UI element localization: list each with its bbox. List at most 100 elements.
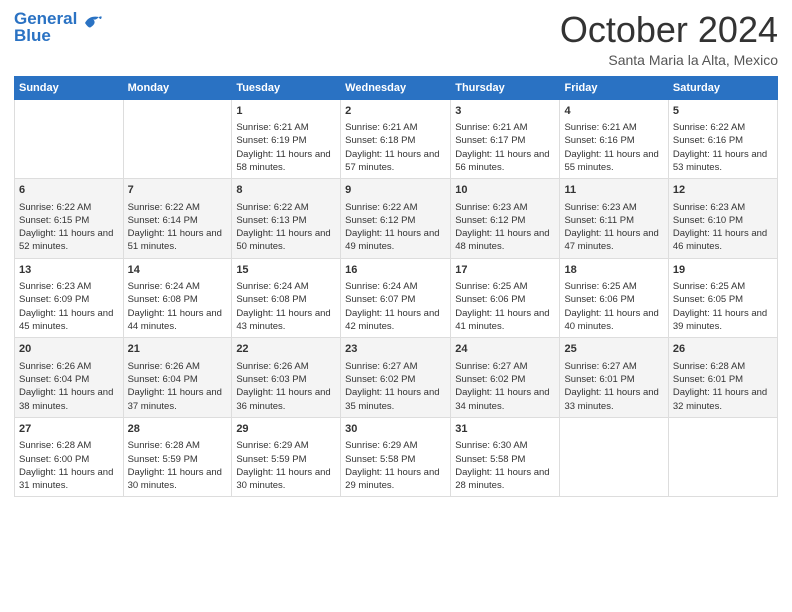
calendar-cell [668,417,777,497]
day-info: Sunrise: 6:25 AM [455,280,555,293]
day-info: Sunrise: 6:22 AM [345,201,446,214]
calendar-cell: 11Sunrise: 6:23 AMSunset: 6:11 PMDayligh… [560,179,668,259]
day-number: 7 [128,183,228,198]
day-info: Daylight: 11 hours and 57 minutes. [345,148,446,175]
day-info: Daylight: 11 hours and 56 minutes. [455,148,555,175]
title-block: October 2024 Santa Maria la Alta, Mexico [560,10,778,68]
weekday-header-tuesday: Tuesday [232,76,341,99]
day-info: Sunrise: 6:29 AM [236,439,336,452]
day-info: Sunset: 6:08 PM [236,293,336,306]
day-number: 1 [236,104,336,119]
day-number: 4 [564,104,663,119]
day-info: Sunset: 6:16 PM [564,134,663,147]
day-info: Daylight: 11 hours and 47 minutes. [564,227,663,254]
day-number: 21 [128,342,228,357]
day-info: Daylight: 11 hours and 51 minutes. [128,227,228,254]
day-number: 16 [345,263,446,278]
day-info: Daylight: 11 hours and 29 minutes. [345,466,446,493]
day-info: Daylight: 11 hours and 48 minutes. [455,227,555,254]
day-number: 26 [673,342,773,357]
day-info: Sunset: 6:18 PM [345,134,446,147]
day-number: 13 [19,263,119,278]
day-info: Daylight: 11 hours and 39 minutes. [673,307,773,334]
day-info: Sunset: 6:00 PM [19,453,119,466]
day-info: Daylight: 11 hours and 40 minutes. [564,307,663,334]
day-info: Sunrise: 6:27 AM [345,360,446,373]
day-info: Sunrise: 6:21 AM [455,121,555,134]
day-info: Daylight: 11 hours and 46 minutes. [673,227,773,254]
day-number: 29 [236,422,336,437]
calendar-cell: 26Sunrise: 6:28 AMSunset: 6:01 PMDayligh… [668,338,777,418]
day-info: Sunset: 5:59 PM [128,453,228,466]
day-info: Sunset: 6:05 PM [673,293,773,306]
day-info: Daylight: 11 hours and 53 minutes. [673,148,773,175]
calendar-cell: 16 Sunrise: 6:24 AMSunset: 6:07 PMDayligh… [341,258,451,338]
day-info: Sunrise: 6:27 AM [455,360,555,373]
calendar-cell [15,99,124,179]
day-info: Sunset: 6:14 PM [128,214,228,227]
day-info: Daylight: 11 hours and 35 minutes. [345,386,446,413]
day-info: Sunset: 6:01 PM [673,373,773,386]
day-info: Daylight: 11 hours and 52 minutes. [19,227,119,254]
day-number: 19 [673,263,773,278]
day-number: 14 [128,263,228,278]
day-number: 23 [345,342,446,357]
calendar-cell: 15Sunrise: 6:24 AMSunset: 6:08 PMDayligh… [232,258,341,338]
day-info: Sunset: 5:58 PM [455,453,555,466]
calendar-cell: 29Sunrise: 6:29 AMSunset: 5:59 PMDayligh… [232,417,341,497]
calendar-cell: 20Sunrise: 6:26 AMSunset: 6:04 PMDayligh… [15,338,124,418]
day-info: Sunrise: 6:24 AM [345,280,446,293]
day-info: Sunset: 6:09 PM [19,293,119,306]
calendar-cell: 10Sunrise: 6:23 AMSunset: 6:12 PMDayligh… [451,179,560,259]
day-number: 30 [345,422,446,437]
day-info: Sunrise: 6:21 AM [345,121,446,134]
week-row-2: 6Sunrise: 6:22 AMSunset: 6:15 PMDaylight… [15,179,778,259]
calendar-cell: 18Sunrise: 6:25 AMSunset: 6:06 PMDayligh… [560,258,668,338]
day-info: Sunrise: 6:26 AM [128,360,228,373]
calendar-cell: 7Sunrise: 6:22 AMSunset: 6:14 PMDaylight… [123,179,232,259]
logo-general: General [14,10,77,27]
day-info: Sunrise: 6:28 AM [673,360,773,373]
weekday-header-sunday: Sunday [15,76,124,99]
day-info: Sunset: 6:12 PM [345,214,446,227]
day-info: Sunrise: 6:23 AM [19,280,119,293]
day-info: Daylight: 11 hours and 30 minutes. [128,466,228,493]
calendar-cell: 1Sunrise: 6:21 AMSunset: 6:19 PMDaylight… [232,99,341,179]
day-number: 15 [236,263,336,278]
day-info: Daylight: 11 hours and 38 minutes. [19,386,119,413]
week-row-5: 27Sunrise: 6:28 AMSunset: 6:00 PMDayligh… [15,417,778,497]
calendar-cell: 5Sunrise: 6:22 AMSunset: 6:16 PMDaylight… [668,99,777,179]
day-info: Daylight: 11 hours and 44 minutes. [128,307,228,334]
weekday-header-friday: Friday [560,76,668,99]
day-info: Sunset: 6:08 PM [128,293,228,306]
day-info: Sunrise: 6:27 AM [564,360,663,373]
day-info: Sunset: 6:06 PM [564,293,663,306]
day-info: Sunset: 6:10 PM [673,214,773,227]
calendar-cell: 4Sunrise: 6:21 AMSunset: 6:16 PMDaylight… [560,99,668,179]
day-number: 25 [564,342,663,357]
weekday-header-row: SundayMondayTuesdayWednesdayThursdayFrid… [15,76,778,99]
day-number: 24 [455,342,555,357]
header: General Blue October 2024 Santa Maria la… [14,10,778,68]
calendar-cell [123,99,232,179]
day-info: Daylight: 11 hours and 45 minutes. [19,307,119,334]
day-info: Sunset: 6:16 PM [673,134,773,147]
calendar-cell: 23Sunrise: 6:27 AMSunset: 6:02 PMDayligh… [341,338,451,418]
calendar-cell: 27Sunrise: 6:28 AMSunset: 6:00 PMDayligh… [15,417,124,497]
calendar-table: SundayMondayTuesdayWednesdayThursdayFrid… [14,76,778,498]
day-info: Sunset: 6:12 PM [455,214,555,227]
day-info: Sunrise: 6:23 AM [564,201,663,214]
day-number: 2 [345,104,446,119]
day-info: Sunrise: 6:28 AM [19,439,119,452]
day-info: Daylight: 11 hours and 42 minutes. [345,307,446,334]
calendar-cell: 17Sunrise: 6:25 AMSunset: 6:06 PMDayligh… [451,258,560,338]
day-info: Sunrise: 6:23 AM [673,201,773,214]
week-row-3: 13Sunrise: 6:23 AMSunset: 6:09 PMDayligh… [15,258,778,338]
day-info: Sunset: 6:07 PM [345,293,446,306]
day-info: Sunrise: 6:22 AM [19,201,119,214]
day-number: 28 [128,422,228,437]
day-info: Daylight: 11 hours and 50 minutes. [236,227,336,254]
day-number: 12 [673,183,773,198]
day-number: 11 [564,183,663,198]
day-info: Sunrise: 6:25 AM [564,280,663,293]
